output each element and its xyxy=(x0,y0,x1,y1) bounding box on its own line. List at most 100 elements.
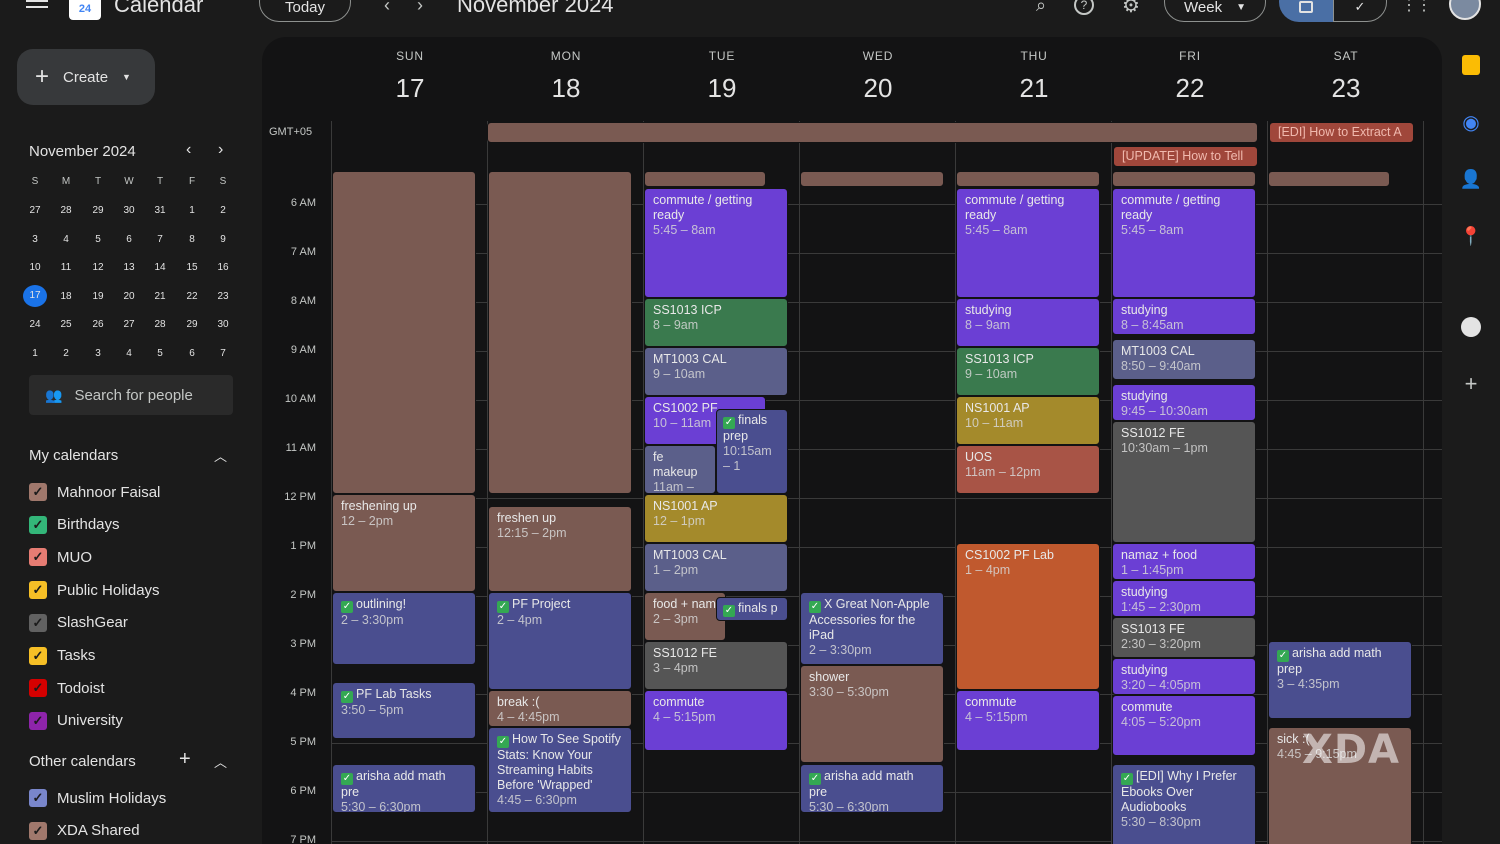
mini-day[interactable]: 31 xyxy=(148,205,172,216)
event-fri-studying4[interactable]: studying 3:20 – 4:05pm xyxy=(1112,658,1256,695)
event-tue-mt1003[interactable]: MT1003 CAL 9 – 10am xyxy=(644,347,788,396)
mini-day[interactable]: 2 xyxy=(211,205,235,216)
mini-day[interactable]: 2 xyxy=(54,348,78,359)
avatar[interactable] xyxy=(1449,0,1481,20)
checkbox-icon[interactable]: ✓ xyxy=(29,613,47,632)
help-icon[interactable]: ? xyxy=(1070,0,1098,19)
event-fri-night[interactable] xyxy=(1112,171,1256,187)
event-tue-finals[interactable]: ✓ finals prep 10:15am – 1 xyxy=(716,409,788,494)
event-thu-ss1013[interactable]: SS1013 ICP 9 – 10am xyxy=(956,347,1100,396)
event-wed-shower[interactable]: shower 3:30 – 5:30pm xyxy=(800,665,944,763)
mini-day[interactable]: 28 xyxy=(54,205,78,216)
event-fri-mt1003[interactable]: MT1003 CAL 8:50 – 9:40am xyxy=(1112,339,1256,380)
maps-icon[interactable]: 📍 xyxy=(1460,225,1482,247)
event-sun-night[interactable] xyxy=(332,171,476,494)
event-tue-commute2[interactable]: commute 4 – 5:15pm xyxy=(644,690,788,751)
calendar-list-item[interactable]: ✓ University xyxy=(29,711,123,730)
checkbox-icon[interactable]: ✓ xyxy=(29,483,47,501)
event-thu-commute[interactable]: commute / getting ready 5:45 – 8am xyxy=(956,188,1100,298)
apps-grid-icon[interactable]: ⋮⋮ xyxy=(1401,0,1432,19)
event-sun-freshening[interactable]: freshening up 12 – 2pm xyxy=(332,494,476,592)
event-tue-mt1003b[interactable]: MT1003 CAL 1 – 2pm xyxy=(644,543,788,592)
calendar-view-toggle[interactable] xyxy=(1279,0,1333,22)
chevron-up-icon[interactable]: ︿ xyxy=(214,446,227,465)
event-fri-ss1012[interactable]: SS1012 FE 10:30am – 1pm xyxy=(1112,421,1256,543)
mini-day[interactable]: 16 xyxy=(211,262,235,273)
mini-day[interactable]: 30 xyxy=(211,319,235,330)
checkbox-icon[interactable]: ✓ xyxy=(29,711,47,730)
event-thu-commute2[interactable]: commute 4 – 5:15pm xyxy=(956,690,1100,751)
mini-day[interactable]: 12 xyxy=(86,262,110,273)
day-number[interactable]: 22 xyxy=(1112,73,1268,104)
mini-day[interactable]: 27 xyxy=(23,205,47,216)
mini-next-icon[interactable]: › xyxy=(218,141,223,159)
event-mon-spotify[interactable]: ✓ How To See Spotify Stats: Know Your Str… xyxy=(488,727,632,813)
mini-day[interactable]: 13 xyxy=(117,262,141,273)
mini-day[interactable]: 5 xyxy=(148,348,172,359)
view-select[interactable]: Week ▼ xyxy=(1164,0,1266,22)
event-wed-xgreat[interactable]: ✓ X Great Non-Apple Accessories for the i… xyxy=(800,592,944,665)
event-thu-night[interactable] xyxy=(956,171,1100,187)
checkbox-icon[interactable]: ✓ xyxy=(29,646,47,665)
mini-day[interactable]: 24 xyxy=(23,319,47,330)
mini-day[interactable]: 25 xyxy=(54,319,78,330)
mini-day[interactable]: 1 xyxy=(180,205,204,216)
event-tue-night[interactable] xyxy=(644,171,766,187)
add-addon-icon[interactable]: + xyxy=(1460,371,1482,396)
event-sun-outlining[interactable]: ✓ outlining! 2 – 3:30pm xyxy=(332,592,476,665)
addon-icon[interactable] xyxy=(1460,316,1482,338)
day-number[interactable]: 19 xyxy=(644,73,800,104)
event-mon-night[interactable] xyxy=(488,171,632,494)
event-fri-commute[interactable]: commute / getting ready 5:45 – 8am xyxy=(1112,188,1256,298)
mini-day[interactable]: 29 xyxy=(86,205,110,216)
mini-day[interactable]: 22 xyxy=(180,291,204,302)
mini-day[interactable]: 14 xyxy=(148,262,172,273)
tasks-icon[interactable]: ◉ xyxy=(1460,111,1482,134)
mini-day[interactable]: 11 xyxy=(54,262,78,273)
mini-day[interactable]: 3 xyxy=(23,234,47,245)
add-calendar-icon[interactable]: + xyxy=(179,748,191,771)
event-sat-night[interactable] xyxy=(1268,171,1390,187)
event-mon-pfproject[interactable]: ✓ PF Project 2 – 4pm xyxy=(488,592,632,690)
mini-day[interactable]: 20 xyxy=(117,291,141,302)
mini-prev-icon[interactable]: ‹ xyxy=(186,141,191,159)
mini-day[interactable]: 21 xyxy=(148,291,172,302)
day-number[interactable]: 20 xyxy=(800,73,956,104)
checkbox-icon[interactable]: ✓ xyxy=(29,821,47,840)
search-icon[interactable]: ⌕ xyxy=(1027,0,1055,19)
allday-event-span[interactable] xyxy=(487,122,1258,143)
mini-day[interactable]: 10 xyxy=(23,262,47,273)
mini-day[interactable]: 29 xyxy=(180,319,204,330)
mini-day[interactable]: 5 xyxy=(86,234,110,245)
day-number[interactable]: 17 xyxy=(332,73,488,104)
event-sun-arisha[interactable]: ✓ arisha add math pre 5:30 – 6:30pm xyxy=(332,764,476,813)
search-people-input[interactable]: 👥 Search for people xyxy=(29,375,233,415)
event-thu-cs1002[interactable]: CS1002 PF Lab 1 – 4pm xyxy=(956,543,1100,690)
checkbox-icon[interactable]: ✓ xyxy=(29,515,47,534)
mini-day[interactable]: 7 xyxy=(148,234,172,245)
create-button[interactable]: + Create ▼ xyxy=(17,49,155,105)
mini-day[interactable]: 6 xyxy=(117,234,141,245)
calendar-list-item[interactable]: ✓ Tasks xyxy=(29,646,95,665)
event-wed-night[interactable] xyxy=(800,171,944,187)
event-tue-finals2[interactable]: ✓ finals p xyxy=(716,597,788,621)
event-tue-ss1012[interactable]: SS1012 FE 3 – 4pm xyxy=(644,641,788,690)
keep-icon[interactable] xyxy=(1460,54,1482,76)
event-sat-arisha[interactable]: ✓ arisha add math prep 3 – 4:35pm xyxy=(1268,641,1412,719)
allday-event-sat[interactable]: [EDI] How to Extract A xyxy=(1269,122,1414,143)
contacts-icon[interactable]: 👤 xyxy=(1460,168,1482,190)
allday-event-fri[interactable]: [UPDATE] How to Tell xyxy=(1113,146,1258,167)
event-fri-studying3[interactable]: studying 1:45 – 2:30pm xyxy=(1112,580,1256,617)
prev-week-icon[interactable]: ‹ xyxy=(373,0,401,19)
mini-day-today[interactable]: 17 xyxy=(23,285,47,307)
checkbox-icon[interactable]: ✓ xyxy=(29,548,47,567)
day-number[interactable]: 21 xyxy=(956,73,1112,104)
event-tue-femakeup[interactable]: fe makeup 11am – 12p xyxy=(644,445,716,494)
event-tue-ns1001[interactable]: NS1001 AP 12 – 1pm xyxy=(644,494,788,543)
event-fri-ebooks[interactable]: ✓ [EDI] Why I Prefer Ebooks Over Audioboo… xyxy=(1112,764,1256,844)
event-thu-uos[interactable]: UOS 11am – 12pm xyxy=(956,445,1100,494)
event-wed-arisha[interactable]: ✓ arisha add math pre 5:30 – 6:30pm xyxy=(800,764,944,813)
event-fri-commute2[interactable]: commute 4:05 – 5:20pm xyxy=(1112,695,1256,756)
mini-day[interactable]: 4 xyxy=(117,348,141,359)
chevron-up-icon[interactable]: ︿ xyxy=(214,752,227,771)
